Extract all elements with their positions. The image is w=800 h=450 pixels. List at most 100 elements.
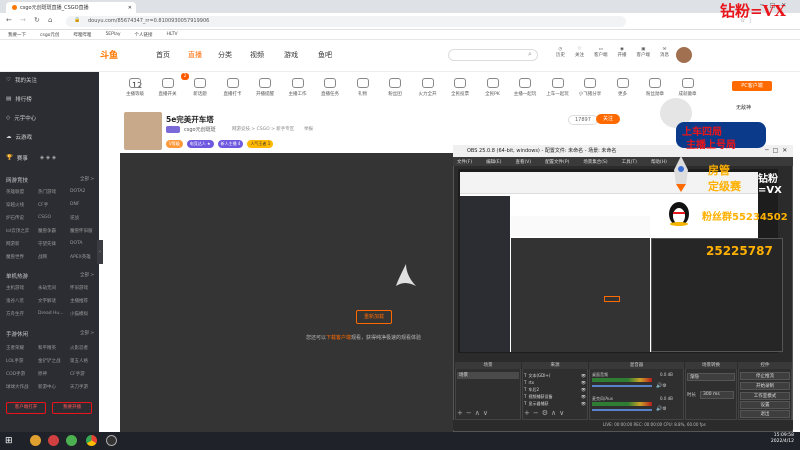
activity-item[interactable]: 直播任务 — [313, 78, 347, 97]
activity-item[interactable]: 主播等级 — [118, 78, 152, 97]
history-icon[interactable]: ◷ 历史 — [556, 47, 565, 58]
sidebar-subcategory[interactable]: lol云顶之弈 — [6, 228, 29, 234]
sidebar-item-follow[interactable]: ♡ 我的关注 — [0, 72, 99, 88]
reload-video-button[interactable]: 重新加载 — [356, 310, 392, 324]
obs-menu-profile[interactable]: 配置文件(P) — [545, 159, 569, 165]
sidebar-subcategory[interactable]: DNF — [70, 202, 79, 207]
mixer-mic-slider[interactable] — [592, 409, 652, 411]
visibility-icon[interactable]: 👁 — [581, 373, 586, 378]
sidebar-subcategory[interactable]: 炉石传说 — [6, 215, 24, 221]
nav-fishbar[interactable]: 鱼吧 — [318, 50, 332, 60]
chrome-icon[interactable] — [86, 435, 97, 446]
go-live-icon[interactable]: ◉ 开播 — [618, 47, 627, 58]
forward-icon[interactable]: → — [20, 16, 26, 24]
sidebar-subcategory[interactable]: LOL手游 — [6, 358, 23, 364]
nav-home[interactable]: 首页 — [156, 50, 170, 60]
bookmark-item[interactable]: 5EPlay — [105, 32, 120, 37]
avatar[interactable] — [676, 47, 692, 63]
bookmark-item[interactable]: HLTV — [167, 32, 178, 37]
source-toolbar[interactable]: +−⚙∧∨ — [524, 409, 567, 417]
sidebar-subcategory[interactable]: 网游新 — [6, 241, 20, 247]
sidebar-subcategory[interactable]: 怀旧游戏 — [70, 285, 88, 291]
activity-item[interactable]: 全民投票 — [443, 78, 477, 97]
sidebar-subcategory[interactable]: 火影忍者 — [70, 345, 88, 351]
sidebar-subcategory[interactable]: 第五人格 — [70, 358, 88, 364]
sidebar-subcategory[interactable]: 球球大作战 — [6, 384, 29, 390]
activity-item[interactable]: 直播开关 — [151, 78, 185, 97]
obs-icon[interactable] — [106, 435, 117, 446]
sidebar-subcategory[interactable]: 永劫无间 — [38, 285, 56, 291]
obs-menu-edit[interactable]: 编辑(E) — [486, 159, 501, 165]
visibility-icon[interactable]: 👁 — [581, 394, 586, 399]
client-open-button[interactable]: 客户端打开 — [6, 402, 46, 414]
mic-icon[interactable]: 🔊⚙ — [656, 406, 667, 412]
activity-item[interactable]: 全民PK — [476, 78, 510, 97]
section-more[interactable]: 全部 > — [80, 272, 94, 278]
activity-item[interactable]: 成就徽章 — [671, 78, 705, 97]
section-more[interactable]: 全部 > — [80, 176, 94, 182]
source-item[interactable]: T 车后2 👁 — [524, 386, 586, 393]
obs-menu-scenes[interactable]: 场景集合(S) — [583, 159, 607, 165]
sidebar-subcategory[interactable]: 原神 — [38, 371, 47, 377]
sidebar-subcategory[interactable]: 小猫模拟 — [70, 311, 88, 317]
sidebar-subcategory[interactable]: 魔兽争霸 — [38, 228, 56, 234]
sidebar-subcategory[interactable]: 热门游戏 — [38, 189, 56, 195]
sidebar-subcategory[interactable]: 战网 — [38, 254, 47, 260]
bookmark-item[interactable]: csgo元创 — [40, 32, 59, 38]
start-icon[interactable]: ⊞ — [5, 436, 13, 446]
host-avatar[interactable] — [124, 112, 162, 150]
home-icon[interactable]: ⌂ — [48, 16, 52, 24]
sidebar-subcategory[interactable]: 新游中心 — [38, 384, 56, 390]
activity-item[interactable]: 粉丝团 — [378, 78, 412, 97]
sidebar-subcategory[interactable]: 魔兽世界 — [6, 254, 24, 260]
obs-menu-file[interactable]: 文件(F) — [457, 159, 472, 165]
badge-tag[interactable]: 人气王者 1 — [247, 140, 274, 148]
sidebar-subcategory[interactable]: DOTA — [70, 241, 83, 246]
obs-window-controls[interactable]: ─□✕ — [765, 147, 791, 154]
activity-item[interactable]: 开播提醒 — [248, 78, 282, 97]
download-client-link[interactable]: 下载客户端 — [326, 335, 351, 341]
video-player[interactable] — [120, 153, 453, 449]
source-item[interactable]: T 视频捕获设备 👁 — [524, 393, 586, 400]
sidebar-subcategory[interactable]: 鬼谷八荒 — [6, 298, 24, 304]
settings-button[interactable]: 设置 — [740, 401, 790, 409]
report-link[interactable]: 举报 — [304, 126, 313, 132]
visibility-icon[interactable]: 👁 — [581, 387, 586, 392]
activity-item[interactable]: 火力全开 — [411, 78, 445, 97]
bookmark-item[interactable]: 个人链接 — [135, 32, 153, 38]
sidebar-subcategory[interactable]: 穿越火线 — [6, 202, 24, 208]
search-input[interactable] — [448, 49, 538, 61]
client2-icon[interactable]: ▣ 客户端 — [637, 47, 651, 58]
badge-tag[interactable]: 新人主播 4 — [217, 140, 244, 148]
taskbar-app-1-icon[interactable] — [30, 435, 41, 446]
exit-button[interactable]: 退出 — [740, 410, 790, 418]
nav-category[interactable]: 分类 — [218, 50, 232, 60]
sidebar-subcategory[interactable]: 魔兽怀旧服 — [70, 228, 93, 234]
obs-menu-help[interactable]: 帮助(H) — [651, 159, 667, 165]
sidebar-subcategory[interactable]: 金铲铲之战 — [38, 358, 61, 364]
activity-item[interactable]: 主播工作 — [281, 78, 315, 97]
sidebar-subcategory[interactable]: 英雄联盟 — [6, 189, 24, 195]
activity-item[interactable]: 礼物 — [346, 78, 380, 97]
activity-item[interactable]: 粉丝勋章 — [638, 78, 672, 97]
source-item[interactable]: T 文本(GDI+) 👁 — [524, 372, 586, 379]
sidebar-subcategory[interactable]: 方舟生存 — [6, 311, 24, 317]
sidebar-subcategory[interactable]: DOTA2 — [70, 189, 85, 194]
sidebar-subcategory[interactable]: 王者荣耀 — [6, 345, 24, 351]
site-logo[interactable]: 斗鱼 — [100, 48, 134, 64]
category-breadcrumb[interactable]: 网游竞技 > CSGO > 新手专区 — [232, 126, 294, 132]
sidebar-item-events[interactable]: 🏆 赛事 ◈ ◈ ◈ — [0, 150, 99, 166]
nav-game[interactable]: 游戏 — [284, 50, 298, 60]
sidebar-subcategory[interactable]: 文字解谜 — [38, 298, 56, 304]
sidebar-subcategory[interactable]: Dread Hu... — [38, 311, 64, 316]
source-item[interactable]: T 显示器捕获 👁 — [524, 400, 586, 407]
sidebar-item-rank[interactable]: ▤ 排行榜 — [0, 91, 99, 107]
close-tab-icon[interactable]: ✕ — [128, 5, 132, 11]
activity-item[interactable]: 小飞猪分享 — [573, 78, 607, 97]
badge-tag[interactable]: 电竞达人 ★ — [186, 140, 214, 148]
host-name[interactable]: csgo元创斑斑 — [184, 126, 216, 133]
sidebar-collapse-handle[interactable]: ‹ — [97, 240, 103, 264]
nav-video[interactable]: 视频 — [250, 50, 264, 60]
obs-menu-tools[interactable]: 工具(T) — [622, 159, 637, 165]
speaker-icon[interactable]: 🔊⚙ — [656, 383, 667, 389]
